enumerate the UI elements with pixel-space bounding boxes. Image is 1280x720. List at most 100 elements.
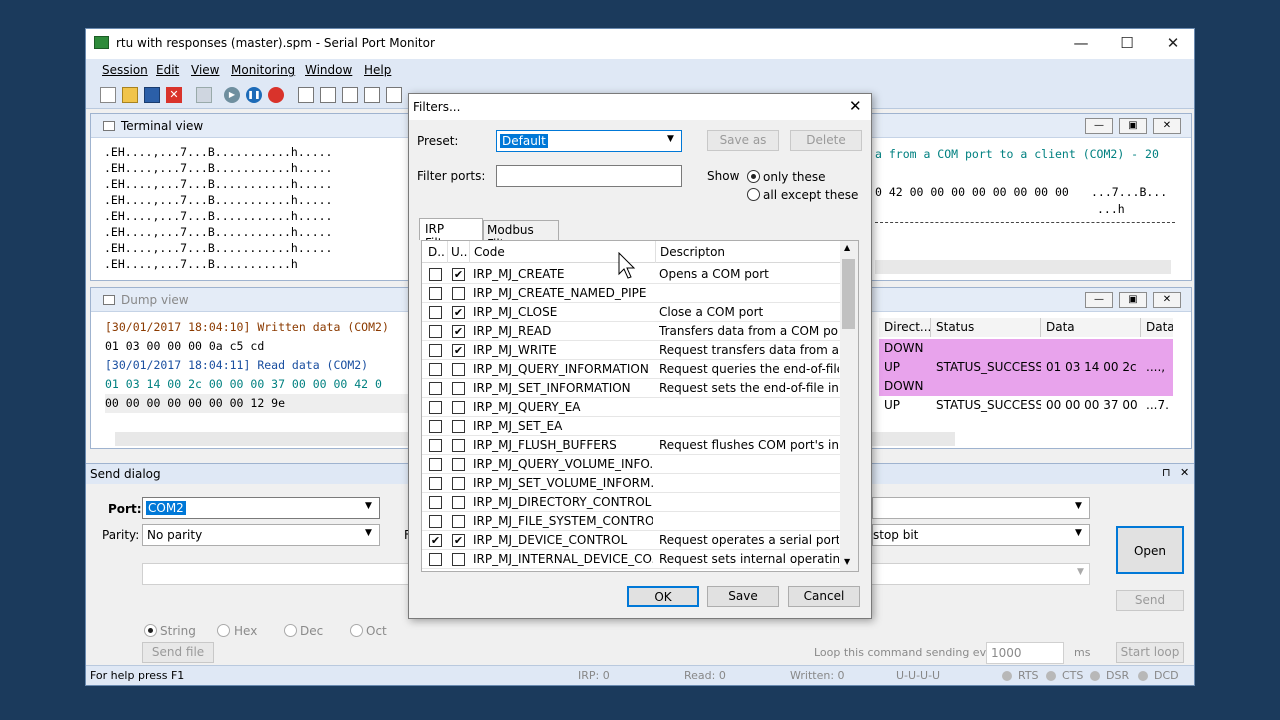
menu-help[interactable]: Help bbox=[364, 63, 391, 77]
loop-interval-input[interactable]: 1000 bbox=[986, 642, 1064, 664]
copy-icon[interactable] bbox=[196, 87, 212, 103]
tab-irp-filters[interactable]: IRP Filters bbox=[419, 218, 483, 250]
tab-modbus-filters[interactable]: Modbus Filters bbox=[483, 220, 559, 251]
dump-close-button[interactable]: ✕ bbox=[1153, 292, 1181, 308]
up-checkbox[interactable] bbox=[452, 401, 465, 414]
scroll-thumb[interactable] bbox=[842, 259, 855, 329]
up-checkbox[interactable] bbox=[452, 458, 465, 471]
menu-window[interactable]: Window bbox=[305, 63, 352, 77]
pause-icon[interactable]: ❚❚ bbox=[246, 87, 262, 103]
send-file-button[interactable]: Send file bbox=[142, 642, 214, 663]
terminal-hscrollbar[interactable] bbox=[875, 260, 1171, 274]
col-data-2[interactable]: Data bbox=[1141, 318, 1173, 337]
filter-row[interactable]: IRP_MJ_SET_EA bbox=[422, 417, 840, 436]
send-button[interactable]: Send bbox=[1116, 590, 1184, 611]
filters-close-button[interactable]: ✕ bbox=[849, 97, 862, 115]
packet-status[interactable]: STATUS_SUCCESS bbox=[931, 396, 1041, 415]
down-checkbox[interactable] bbox=[429, 325, 442, 338]
up-checkbox[interactable]: ✔ bbox=[452, 344, 465, 357]
menu-monitoring[interactable]: Monitoring bbox=[231, 63, 295, 77]
down-checkbox[interactable] bbox=[429, 306, 442, 319]
up-checkbox[interactable] bbox=[452, 382, 465, 395]
up-checkbox[interactable] bbox=[452, 477, 465, 490]
ok-button[interactable]: OK bbox=[627, 586, 699, 607]
col-data[interactable]: Data bbox=[1041, 318, 1141, 337]
open-icon[interactable] bbox=[122, 87, 138, 103]
packet-data-2[interactable]: ...7. bbox=[1141, 396, 1173, 415]
packet-dir[interactable]: UP bbox=[879, 396, 931, 415]
panel-icon[interactable] bbox=[364, 87, 380, 103]
filter-row[interactable]: IRP_MJ_INTERNAL_DEVICE_CO... Request sets… bbox=[422, 550, 840, 569]
terminal-minimize-button[interactable]: — bbox=[1085, 118, 1113, 134]
save-as-button[interactable]: Save as bbox=[707, 130, 779, 151]
col-status[interactable]: Status bbox=[931, 318, 1041, 337]
dump-content[interactable]: [30/01/2017 18:04:10] Written data (COM2… bbox=[105, 318, 411, 418]
stop-icon[interactable] bbox=[268, 87, 284, 103]
parity-select[interactable]: No parity ▼ bbox=[142, 524, 380, 546]
down-checkbox[interactable] bbox=[429, 287, 442, 300]
filter-row[interactable]: IRP_MJ_CREATE_NAMED_PIPE bbox=[422, 284, 840, 303]
grid-icon[interactable] bbox=[298, 87, 314, 103]
up-checkbox[interactable]: ✔ bbox=[452, 268, 465, 281]
down-checkbox[interactable] bbox=[429, 496, 442, 509]
filter-row[interactable]: IRP_MJ_QUERY_INFORMATION Request queries … bbox=[422, 360, 840, 379]
save-icon[interactable] bbox=[144, 87, 160, 103]
dump-minimize-button[interactable]: — bbox=[1085, 292, 1113, 308]
up-checkbox[interactable]: ✔ bbox=[452, 306, 465, 319]
preset-select[interactable]: Default ▼ bbox=[496, 130, 682, 152]
filter-row[interactable]: ✔ IRP_MJ_CLOSE Close a COM port bbox=[422, 303, 840, 322]
filter-ports-input[interactable] bbox=[496, 165, 682, 187]
up-checkbox[interactable]: ✔ bbox=[452, 325, 465, 338]
col-d-header[interactable]: D.. bbox=[428, 245, 445, 259]
menu-edit[interactable]: Edit bbox=[156, 63, 179, 77]
col-direction[interactable]: Direct... bbox=[879, 318, 931, 337]
format-hex-radio[interactable] bbox=[217, 624, 230, 637]
delete-button[interactable]: Delete bbox=[790, 130, 862, 151]
filter-row[interactable]: ✔ IRP_MJ_READ Transfers data from a COM po… bbox=[422, 322, 840, 341]
packet-data[interactable]: 00 00 00 37 00 ... bbox=[1041, 396, 1141, 415]
open-button[interactable]: Open bbox=[1116, 526, 1184, 574]
layout-icon[interactable] bbox=[386, 87, 402, 103]
col-code-header[interactable]: Code bbox=[474, 245, 505, 259]
down-checkbox[interactable] bbox=[429, 515, 442, 528]
baud-select[interactable]: ▼ bbox=[872, 497, 1090, 519]
down-checkbox[interactable] bbox=[429, 401, 442, 414]
port-select[interactable]: COM2 ▼ bbox=[142, 497, 380, 519]
close-icon[interactable]: ✕ bbox=[166, 87, 182, 103]
menu-view[interactable]: View bbox=[191, 63, 219, 77]
start-loop-button[interactable]: Start loop bbox=[1116, 642, 1184, 663]
only-these-radio[interactable] bbox=[747, 170, 760, 183]
format-oct-radio[interactable] bbox=[350, 624, 363, 637]
down-checkbox[interactable] bbox=[429, 439, 442, 452]
filter-row[interactable]: IRP_MJ_SET_INFORMATION Request sets the e… bbox=[422, 379, 840, 398]
down-checkbox[interactable] bbox=[429, 382, 442, 395]
cancel-button[interactable]: Cancel bbox=[788, 586, 860, 607]
up-checkbox[interactable] bbox=[452, 439, 465, 452]
format-string-radio[interactable] bbox=[144, 624, 157, 637]
up-checkbox[interactable] bbox=[452, 553, 465, 566]
up-checkbox[interactable] bbox=[452, 363, 465, 376]
terminal-close-button[interactable]: ✕ bbox=[1153, 118, 1181, 134]
filter-row[interactable]: IRP_MJ_FILE_SYSTEM_CONTROL bbox=[422, 512, 840, 531]
down-checkbox[interactable] bbox=[429, 458, 442, 471]
col-u-header[interactable]: U.. bbox=[451, 245, 467, 259]
packet-dir[interactable]: DOWN bbox=[879, 339, 931, 358]
down-checkbox[interactable] bbox=[429, 363, 442, 376]
down-checkbox[interactable]: ✔ bbox=[429, 534, 442, 547]
up-checkbox[interactable]: ✔ bbox=[452, 534, 465, 547]
filter-row[interactable]: IRP_MJ_QUERY_EA bbox=[422, 398, 840, 417]
filter-row[interactable]: IRP_MJ_SET_VOLUME_INFORM... bbox=[422, 474, 840, 493]
filter-row[interactable]: ✔ IRP_MJ_WRITE Request transfers data from… bbox=[422, 341, 840, 360]
dump-restore-button[interactable]: ▣ bbox=[1119, 292, 1147, 308]
packet-data-2[interactable]: ...., bbox=[1141, 358, 1173, 377]
list-vscrollbar[interactable]: ▲ ▼ bbox=[840, 241, 858, 571]
terminal-restore-button[interactable]: ▣ bbox=[1119, 118, 1147, 134]
packet-status[interactable]: STATUS_SUCCESS bbox=[931, 358, 1041, 377]
scroll-up-icon[interactable]: ▲ bbox=[844, 243, 850, 252]
up-checkbox[interactable] bbox=[452, 287, 465, 300]
down-checkbox[interactable] bbox=[429, 268, 442, 281]
col-desc-header[interactable]: Descripton bbox=[660, 245, 725, 259]
down-checkbox[interactable] bbox=[429, 553, 442, 566]
packet-dir[interactable]: DOWN bbox=[879, 377, 931, 396]
play-icon[interactable]: ▶ bbox=[224, 87, 240, 103]
